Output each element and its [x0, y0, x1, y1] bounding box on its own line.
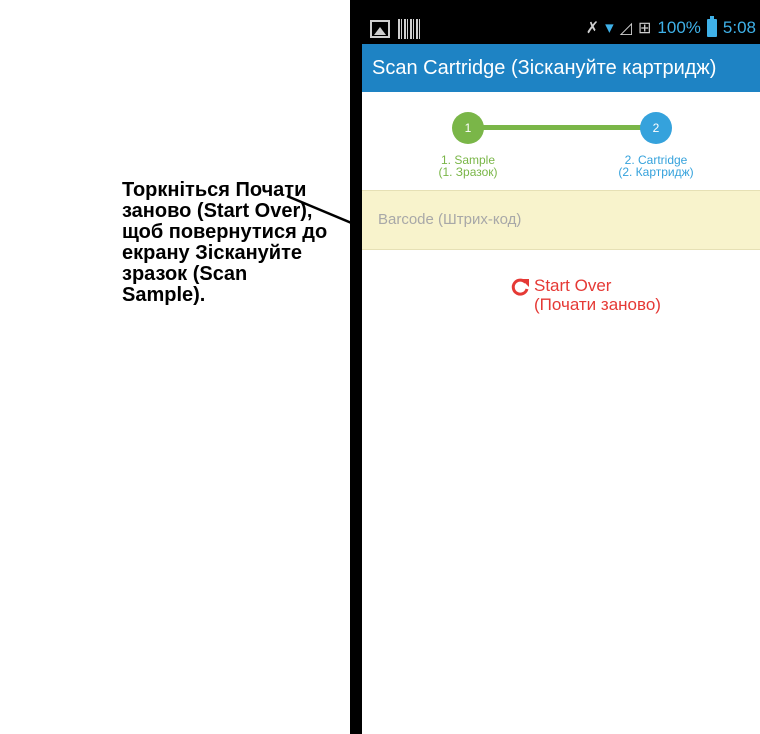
step-2-label: 2. Cartridge (2. Картридж) [618, 153, 694, 179]
wifi-icon: ▾ [605, 18, 614, 37]
step-1-label: 1. Sample (1. Зразок) [438, 153, 498, 179]
step-2-circle: 2 [640, 112, 672, 144]
battery-percent: 100% [657, 18, 701, 37]
signal-icon: ◿ [619, 20, 633, 37]
mute-icon: ✗ [585, 20, 600, 37]
status-bar: ✗ ▾ ◿ ⊞ 100% 5:08 [362, 14, 760, 44]
barcode-placeholder: Barcode (Штрих-код) [378, 211, 522, 228]
page: Торкніться Почати заново (Start Over), щ… [0, 0, 760, 734]
start-over-button[interactable]: Start Over (Почати заново) [510, 276, 661, 314]
step-1-circle: 1 [452, 112, 484, 144]
start-over-label: Start Over (Почати заново) [534, 276, 661, 314]
clock: 5:08 [722, 18, 756, 37]
progress-stepper: 1 2 1. Sample (1. Зразок) 2. Cartridge (… [362, 92, 760, 190]
battery-icon [706, 16, 717, 37]
phone-frame: ✗ ▾ ◿ ⊞ 100% 5:08 Scan Cartridge (Зіскан… [350, 0, 760, 734]
barcode-notification-icon [398, 19, 420, 39]
barcode-field[interactable]: Barcode (Штрих-код) [362, 190, 760, 250]
phone-screen: ✗ ▾ ◿ ⊞ 100% 5:08 Scan Cartridge (Зіскан… [362, 14, 760, 734]
gallery-notification-icon [370, 20, 390, 38]
stepper-connector [470, 125, 660, 130]
network-icon: ⊞ [638, 20, 652, 37]
instruction-callout: Торкніться Почати заново (Start Over), щ… [122, 179, 328, 306]
refresh-icon [511, 278, 529, 296]
page-title: Scan Cartridge (Зіскануйте картридж) [362, 44, 760, 92]
